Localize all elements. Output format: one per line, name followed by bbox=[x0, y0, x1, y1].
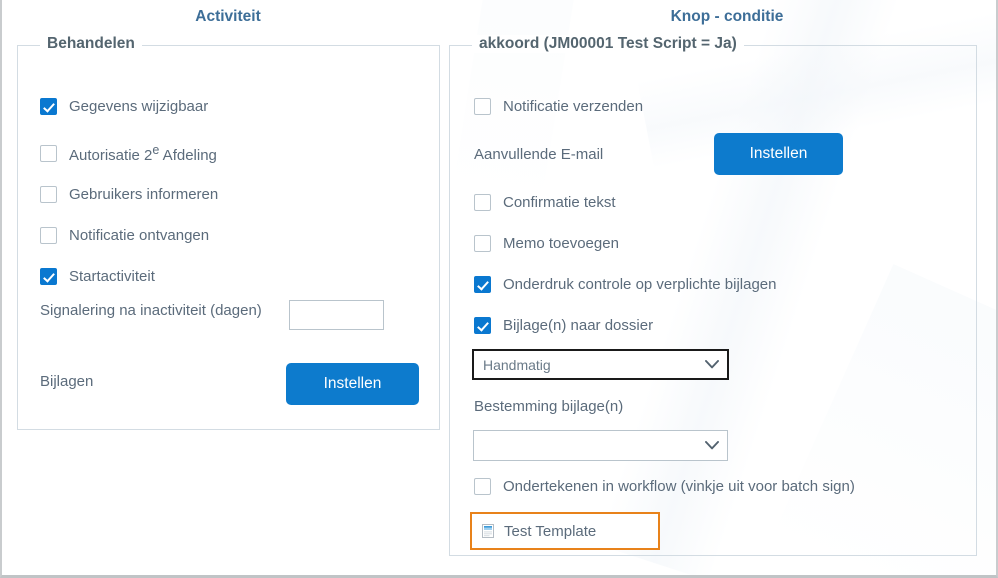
label-bijlagen: Bijlagen bbox=[40, 373, 94, 390]
label-bestemming-bijlagen: Bestemming bijlage(n) bbox=[474, 398, 624, 415]
checkbox-label-prefix: Autorisatie 2 bbox=[69, 147, 153, 164]
checkbox-memo-toevoegen[interactable] bbox=[474, 235, 491, 252]
label-aanvullende-email: Aanvullende E-mail bbox=[474, 146, 604, 163]
checkbox-row-gebruikers-informeren[interactable]: Gebruikers informeren bbox=[40, 186, 218, 203]
fieldset-legend-behandelen: Behandelen bbox=[40, 35, 142, 53]
checkbox-bijlagen-naar-dossier[interactable] bbox=[474, 317, 491, 334]
label-signalering-na-inactiviteit: Signalering na inactiviteit (dagen) bbox=[40, 302, 262, 319]
chevron-down-icon bbox=[697, 441, 727, 450]
checkbox-label: Bijlage(n) naar dossier bbox=[503, 317, 654, 334]
checkbox-row-notificatie-ontvangen[interactable]: Notificatie ontvangen bbox=[40, 227, 209, 244]
test-template-link[interactable]: Test Template bbox=[470, 512, 660, 550]
checkbox-row-gegevens-wijzigbaar[interactable]: Gegevens wijzigbaar bbox=[40, 98, 208, 115]
checkbox-row-onderdruk-controle[interactable]: Onderdruk controle op verplichte bijlage… bbox=[474, 276, 777, 293]
checkbox-label: Onderdruk controle op verplichte bijlage… bbox=[503, 276, 777, 293]
bijlage-mode-select-value: Handmatig bbox=[483, 356, 551, 373]
checkbox-autorisatie-2e-afdeling[interactable] bbox=[40, 145, 57, 162]
checkbox-label: Gegevens wijzigbaar bbox=[69, 98, 209, 115]
checkbox-label: Gebruikers informeren bbox=[69, 186, 219, 203]
test-template-label: Test Template bbox=[504, 522, 597, 540]
bijlagen-instellen-button[interactable]: Instellen bbox=[286, 363, 419, 405]
checkbox-label: Confirmatie tekst bbox=[503, 194, 616, 211]
document-icon bbox=[480, 523, 496, 539]
aanvullende-email-instellen-button[interactable]: Instellen bbox=[714, 133, 843, 175]
column-title-knop-conditie: Knop - conditie bbox=[670, 8, 784, 25]
bestemming-bijlagen-select[interactable] bbox=[473, 430, 728, 461]
checkbox-gebruikers-informeren[interactable] bbox=[40, 186, 57, 203]
checkbox-row-memo-toevoegen[interactable]: Memo toevoegen bbox=[474, 235, 619, 252]
checkbox-notificatie-verzenden[interactable] bbox=[474, 98, 491, 115]
chevron-down-icon bbox=[697, 360, 727, 369]
checkbox-row-ondertekenen-in-workflow[interactable]: Ondertekenen in workflow (vinkje uit voo… bbox=[474, 478, 855, 495]
checkbox-label: Notificatie verzenden bbox=[503, 98, 644, 115]
checkbox-row-confirmatie-tekst[interactable]: Confirmatie tekst bbox=[474, 194, 616, 211]
page-root: Activiteit Knop - conditie Behandelen Ge… bbox=[0, 0, 998, 578]
checkbox-label: Autorisatie 2e Afdeling bbox=[69, 143, 217, 164]
column-title-activiteit: Activiteit bbox=[195, 8, 261, 25]
checkbox-row-bijlagen-naar-dossier[interactable]: Bijlage(n) naar dossier bbox=[474, 317, 653, 334]
checkbox-label: Ondertekenen in workflow (vinkje uit voo… bbox=[503, 478, 855, 495]
checkbox-ondertekenen-in-workflow[interactable] bbox=[474, 478, 491, 495]
fieldset-akkoord: akkoord (JM00001 Test Script = Ja) Notif… bbox=[449, 35, 977, 556]
checkbox-label: Notificatie ontvangen bbox=[69, 227, 210, 244]
checkbox-confirmatie-tekst[interactable] bbox=[474, 194, 491, 211]
checkbox-onderdruk-controle-verplichte-bijlagen[interactable] bbox=[474, 276, 491, 293]
checkbox-label-suffix: Afdeling bbox=[159, 147, 217, 164]
checkbox-row-startactiviteit[interactable]: Startactiviteit bbox=[40, 268, 155, 285]
bijlage-mode-select[interactable]: Handmatig bbox=[472, 349, 729, 380]
fieldset-legend-akkoord: akkoord (JM00001 Test Script = Ja) bbox=[472, 35, 744, 53]
checkbox-row-notificatie-verzenden[interactable]: Notificatie verzenden bbox=[474, 98, 643, 115]
checkbox-gegevens-wijzigbaar[interactable] bbox=[40, 98, 57, 115]
checkbox-notificatie-ontvangen[interactable] bbox=[40, 227, 57, 244]
signalering-dagen-input[interactable] bbox=[289, 300, 384, 330]
checkbox-row-autorisatie-2e-afdeling[interactable]: Autorisatie 2e Afdeling bbox=[40, 143, 217, 164]
checkbox-label: Startactiviteit bbox=[69, 268, 155, 285]
fieldset-behandelen: Behandelen Gegevens wijzigbaar Autorisat… bbox=[17, 35, 440, 430]
checkbox-startactiviteit[interactable] bbox=[40, 268, 57, 285]
checkbox-label: Memo toevoegen bbox=[503, 235, 619, 252]
